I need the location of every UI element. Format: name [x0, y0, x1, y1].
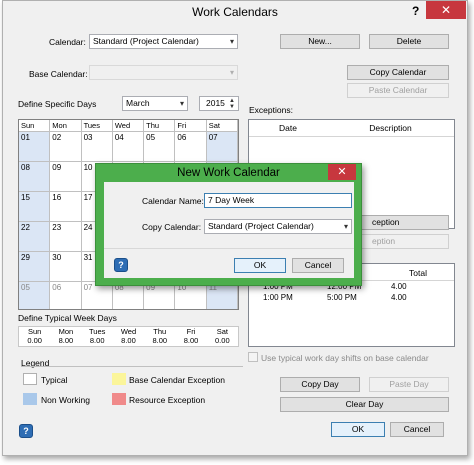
- chevron-down-icon: ▾: [229, 37, 234, 46]
- work-time-start: 1:00 PM: [263, 293, 293, 302]
- calendar-label: Calendar:: [49, 37, 86, 47]
- day-cell[interactable]: 07: [206, 131, 238, 161]
- calendar-weekday-header: Sun Mon Tues Wed Thu Fri Sat: [19, 120, 238, 131]
- weekday-fri: Fri: [175, 120, 207, 131]
- day-cell[interactable]: 23: [50, 221, 82, 251]
- year-spinner[interactable]: 2015 ▲ ▼: [199, 96, 239, 111]
- legend-swatch-typical: [23, 373, 37, 385]
- day-cell[interactable]: 22: [19, 221, 51, 251]
- day-cell[interactable]: 01: [19, 131, 51, 161]
- ok-button[interactable]: OK: [331, 422, 385, 437]
- cancel-button[interactable]: Cancel: [390, 422, 444, 437]
- base-calendar-select[interactable]: ▾: [89, 65, 238, 80]
- calendar-name-label: Calendar Name:: [142, 196, 204, 206]
- week-day-mon[interactable]: Mon 8.00: [50, 327, 81, 346]
- day-cell[interactable]: 30: [50, 251, 82, 281]
- modal-title: New Work Calendar: [177, 167, 280, 179]
- week-day-sun[interactable]: Sun 0.00: [19, 327, 50, 346]
- day-cell[interactable]: 03: [81, 131, 113, 161]
- work-time-end: 5:00 PM: [327, 293, 357, 302]
- paste-day-button[interactable]: Paste Day: [369, 377, 449, 392]
- title-bar: Work Calendars ? ✕: [3, 1, 467, 25]
- work-times-col-total: Total: [409, 268, 427, 278]
- use-typical-label: Use typical work day shifts on base cale…: [261, 353, 429, 363]
- chevron-down-icon: ▾: [343, 222, 348, 231]
- exceptions-header: Date Description: [249, 120, 454, 137]
- legend-swatch-resource-exception: [112, 393, 126, 405]
- typical-week-days[interactable]: Sun 0.00 Mon 8.00 Tues 8.00 Wed 8.00 Thu 8.00…: [18, 326, 239, 347]
- help-icon[interactable]: ?: [114, 258, 128, 272]
- year-spinner-value: 2015: [206, 98, 225, 108]
- week-day-sat[interactable]: Sat 0.00: [207, 327, 238, 346]
- month-select-value: March: [126, 98, 150, 108]
- day-cell[interactable]: 02: [50, 131, 82, 161]
- legend-resource-exception-label: Resource Exception: [129, 395, 206, 405]
- day-cell[interactable]: 16: [50, 191, 82, 221]
- legend-typical-label: Typical: [41, 375, 68, 385]
- month-select[interactable]: March ▾: [122, 96, 188, 111]
- day-cell[interactable]: 29: [19, 251, 51, 281]
- weekday-sat: Sat: [207, 120, 238, 131]
- new-button[interactable]: New...: [280, 34, 360, 49]
- calendar-select[interactable]: Standard (Project Calendar) ▾: [89, 34, 238, 49]
- weekday-mon: Mon: [50, 120, 82, 131]
- base-calendar-label: Base Calendar:: [29, 69, 88, 79]
- help-button[interactable]: ?: [412, 4, 419, 18]
- legend-divider: [21, 366, 243, 367]
- delete-button[interactable]: Delete: [369, 34, 449, 49]
- day-cell[interactable]: 04: [112, 131, 145, 161]
- work-time-total: 4.00: [391, 282, 407, 291]
- calendar-name-input[interactable]: 7 Day Week: [204, 193, 352, 208]
- remove-exception-button[interactable]: eption: [353, 234, 449, 249]
- legend-non-working-label: Non Working: [41, 395, 90, 405]
- modal-ok-button[interactable]: OK: [234, 258, 286, 273]
- copy-calendar-label: Copy Calendar:: [142, 222, 202, 232]
- day-cell[interactable]: 05: [144, 131, 176, 161]
- copy-calendar-select-value: Standard (Project Calendar): [208, 221, 314, 231]
- exceptions-label: Exceptions:: [249, 105, 293, 115]
- day-cell[interactable]: 05: [19, 281, 51, 309]
- weekday-sun: Sun: [19, 120, 51, 131]
- chevron-down-icon: ▾: [229, 68, 234, 77]
- week-day-fri[interactable]: Fri 8.00: [175, 327, 206, 346]
- exceptions-col-date: Date: [279, 123, 297, 133]
- define-specific-days-label: Define Specific Days: [18, 99, 97, 109]
- day-cell[interactable]: 09: [50, 161, 82, 191]
- copy-day-button[interactable]: Copy Day: [280, 377, 360, 392]
- clear-day-button[interactable]: Clear Day: [280, 397, 449, 412]
- modal-close-button[interactable]: ✕: [328, 164, 356, 180]
- legend-swatch-non-working: [23, 393, 37, 405]
- work-time-total: 4.00: [391, 293, 407, 302]
- week-day-wed[interactable]: Wed 8.00: [113, 327, 144, 346]
- weekday-tues: Tues: [82, 120, 113, 131]
- typical-week-label: Define Typical Week Days: [18, 313, 117, 323]
- week-day-tues[interactable]: Tues 8.00: [82, 327, 113, 346]
- spin-arrows-icon[interactable]: ▲ ▼: [229, 98, 235, 110]
- modal-body: Calendar Name: 7 Day Week Copy Calendar:…: [104, 182, 354, 278]
- modal-cancel-button[interactable]: Cancel: [292, 258, 344, 273]
- weekday-wed: Wed: [113, 120, 145, 131]
- copy-calendar-select[interactable]: Standard (Project Calendar) ▾: [204, 219, 352, 234]
- calendar-select-value: Standard (Project Calendar): [93, 36, 199, 46]
- help-icon[interactable]: ?: [19, 424, 33, 438]
- exceptions-col-description: Description: [369, 123, 412, 133]
- weekday-thu: Thu: [144, 120, 176, 131]
- calendar-week-row: 01 02 03 04 05 06 07: [19, 131, 238, 161]
- legend-base-exception-label: Base Calendar Exception: [129, 375, 225, 385]
- day-cell[interactable]: 06: [175, 131, 207, 161]
- day-cell[interactable]: 06: [50, 281, 82, 309]
- window-title: Work Calendars: [192, 5, 278, 19]
- modal-divider: [104, 248, 354, 249]
- close-button[interactable]: ✕: [426, 1, 466, 19]
- day-cell[interactable]: 08: [19, 161, 51, 191]
- day-cell[interactable]: 15: [19, 191, 51, 221]
- add-exception-button[interactable]: ception: [353, 215, 449, 230]
- new-work-calendar-dialog: New Work Calendar ✕ Calendar Name: 7 Day…: [95, 163, 362, 286]
- chevron-down-icon: ▾: [179, 99, 184, 108]
- week-day-thu[interactable]: Thu 8.00: [144, 327, 175, 346]
- paste-calendar-button[interactable]: Paste Calendar: [347, 83, 449, 98]
- legend-swatch-base-exception: [112, 373, 126, 385]
- use-typical-checkbox[interactable]: [248, 352, 258, 362]
- copy-calendar-button[interactable]: Copy Calendar: [347, 65, 449, 80]
